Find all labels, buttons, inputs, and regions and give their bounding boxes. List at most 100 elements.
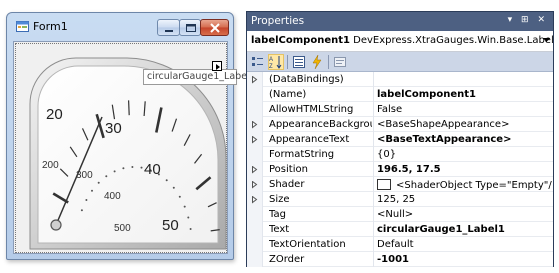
- gauge-inner-tick: [97, 181, 100, 184]
- property-row[interactable]: AllowHTMLString False: [247, 102, 553, 117]
- property-value[interactable]: False: [377, 104, 402, 115]
- property-pages-icon: [334, 57, 346, 67]
- expand-arrow-icon[interactable]: [252, 121, 258, 129]
- smart-tag-button[interactable]: [212, 61, 222, 71]
- gauge-inner-tick: [113, 170, 116, 173]
- gauge-inner-tick: [189, 228, 192, 230]
- categorized-button[interactable]: [250, 54, 266, 70]
- maximize-button[interactable]: [179, 19, 201, 36]
- column-divider: [373, 132, 374, 147]
- properties-button[interactable]: [291, 54, 307, 70]
- column-divider: [373, 117, 374, 132]
- property-name: TextOrientation: [269, 239, 346, 250]
- property-row[interactable]: FormatString {0}: [247, 147, 553, 162]
- selected-object-type: DevExpress.XtraGauges.Win.Base.LabelComp…: [353, 35, 553, 46]
- property-value[interactable]: Default: [377, 239, 414, 250]
- gauge-inner-tick: [140, 166, 143, 169]
- property-row[interactable]: Text circularGauge1_Label1: [247, 222, 553, 237]
- row-gutter: [247, 222, 263, 237]
- column-divider: [373, 87, 374, 102]
- expand-arrow-icon[interactable]: [252, 76, 258, 84]
- property-row[interactable]: Tag <Null>: [247, 207, 553, 222]
- properties-toolbar: A Z: [247, 52, 553, 72]
- gauge-minor-label-400: 400: [104, 191, 121, 202]
- property-value[interactable]: labelComponent1: [377, 89, 476, 100]
- form-app-icon: [16, 21, 29, 32]
- property-row[interactable]: (Name) labelComponent1: [247, 87, 553, 102]
- column-divider: [373, 147, 374, 162]
- gauge-inner-tick: [172, 186, 175, 189]
- gauge-major-label-20: 20: [46, 106, 63, 123]
- close-button[interactable]: [200, 19, 229, 36]
- property-pages-button[interactable]: [332, 54, 348, 70]
- alphabetical-button[interactable]: A Z: [268, 54, 284, 70]
- properties-title: Properties: [251, 15, 305, 27]
- property-row[interactable]: AppearanceBackground <BaseShapeAppearance…: [247, 117, 553, 132]
- column-divider: [373, 192, 374, 207]
- row-gutter: [247, 102, 263, 117]
- property-name: AllowHTMLString: [269, 104, 354, 115]
- property-name: (Name): [269, 89, 307, 100]
- gauge-inner-tick: [85, 199, 88, 201]
- form1-window: Form1 20 30 40 50 200 300 400 500 circul…: [6, 12, 256, 260]
- svg-text:A: A: [269, 57, 273, 63]
- svg-text:Z: Z: [269, 64, 273, 69]
- form1-client-area: 20 30 40 50 200 300 400 500 circularGaug…: [13, 41, 256, 254]
- column-divider: [373, 207, 374, 222]
- form1-title: Form1: [33, 20, 68, 33]
- properties-window: Properties ▾ ⊞ ✕ labelComponent1 DevExpr…: [246, 11, 554, 267]
- toolbar-separator: [328, 55, 329, 69]
- property-row[interactable]: Size 125, 25: [247, 192, 553, 207]
- gauge-inner-tick: [80, 209, 83, 212]
- gauge-inner-tick: [91, 189, 93, 192]
- row-gutter: [247, 147, 263, 162]
- expand-arrow-icon[interactable]: [252, 136, 258, 144]
- property-row[interactable]: Shader <ShaderObject Type="Empty"/>: [247, 177, 553, 192]
- gauge-inner-tick: [122, 167, 125, 170]
- toolbar-separator: [287, 55, 288, 69]
- property-value[interactable]: <Null>: [377, 209, 413, 220]
- object-selector-dropdown[interactable]: labelComponent1 DevExpress.XtraGauges.Wi…: [247, 31, 553, 52]
- shader-value-text: <ShaderObject Type="Empty"/>: [396, 180, 552, 191]
- property-value[interactable]: -1001: [377, 254, 409, 265]
- property-name: ZOrder: [269, 254, 305, 265]
- property-name: AppearanceBackground: [269, 119, 372, 130]
- property-name: Size: [269, 194, 290, 205]
- smart-tag-arrow-icon: [216, 64, 220, 70]
- row-gutter: [247, 72, 263, 87]
- property-value[interactable]: <BaseShapeAppearance>: [377, 119, 509, 130]
- properties-icon: [293, 56, 305, 68]
- property-row[interactable]: (DataBindings): [247, 72, 553, 87]
- expand-arrow-icon[interactable]: [252, 181, 258, 189]
- selected-object-name: labelComponent1: [251, 35, 350, 46]
- column-divider: [373, 162, 374, 177]
- property-name: FormatString: [269, 149, 335, 160]
- property-value[interactable]: 196.5, 17.5: [377, 164, 441, 175]
- lightning-icon: [312, 54, 322, 70]
- properties-window-controls[interactable]: ▾ ⊞ ✕: [508, 15, 548, 25]
- label-component[interactable]: circularGauge1_Label1: [143, 69, 256, 85]
- expand-arrow-icon[interactable]: [252, 196, 258, 204]
- shader-swatch: [377, 179, 391, 190]
- column-divider: [373, 252, 374, 267]
- property-row[interactable]: Position 196.5, 17.5: [247, 162, 553, 177]
- row-gutter: [247, 87, 263, 102]
- property-value[interactable]: <BaseTextAppearance>: [377, 134, 511, 145]
- property-name: Tag: [269, 209, 286, 220]
- minimize-icon: [165, 30, 173, 32]
- events-button[interactable]: [309, 54, 325, 70]
- property-value[interactable]: {0}: [377, 149, 396, 160]
- minimize-button[interactable]: [157, 19, 180, 36]
- property-row[interactable]: AppearanceText <BaseTextAppearance>: [247, 132, 553, 147]
- property-row[interactable]: ZOrder -1001: [247, 252, 553, 267]
- property-value[interactable]: <ShaderObject Type="Empty"/>: [377, 179, 552, 191]
- properties-titlebar[interactable]: Properties ▾ ⊞ ✕: [247, 12, 553, 31]
- circular-gauge-area[interactable]: 20 30 40 50 200 300 400 500 circularGaug…: [15, 43, 256, 253]
- property-row[interactable]: TextOrientation Default: [247, 237, 553, 252]
- chevron-down-icon: [543, 38, 550, 42]
- property-value[interactable]: 125, 25: [377, 194, 415, 205]
- property-name: Position: [269, 164, 308, 175]
- expand-arrow-icon[interactable]: [252, 166, 258, 174]
- property-value[interactable]: circularGauge1_Label1: [377, 224, 505, 235]
- form1-titlebar[interactable]: Form1: [7, 13, 233, 41]
